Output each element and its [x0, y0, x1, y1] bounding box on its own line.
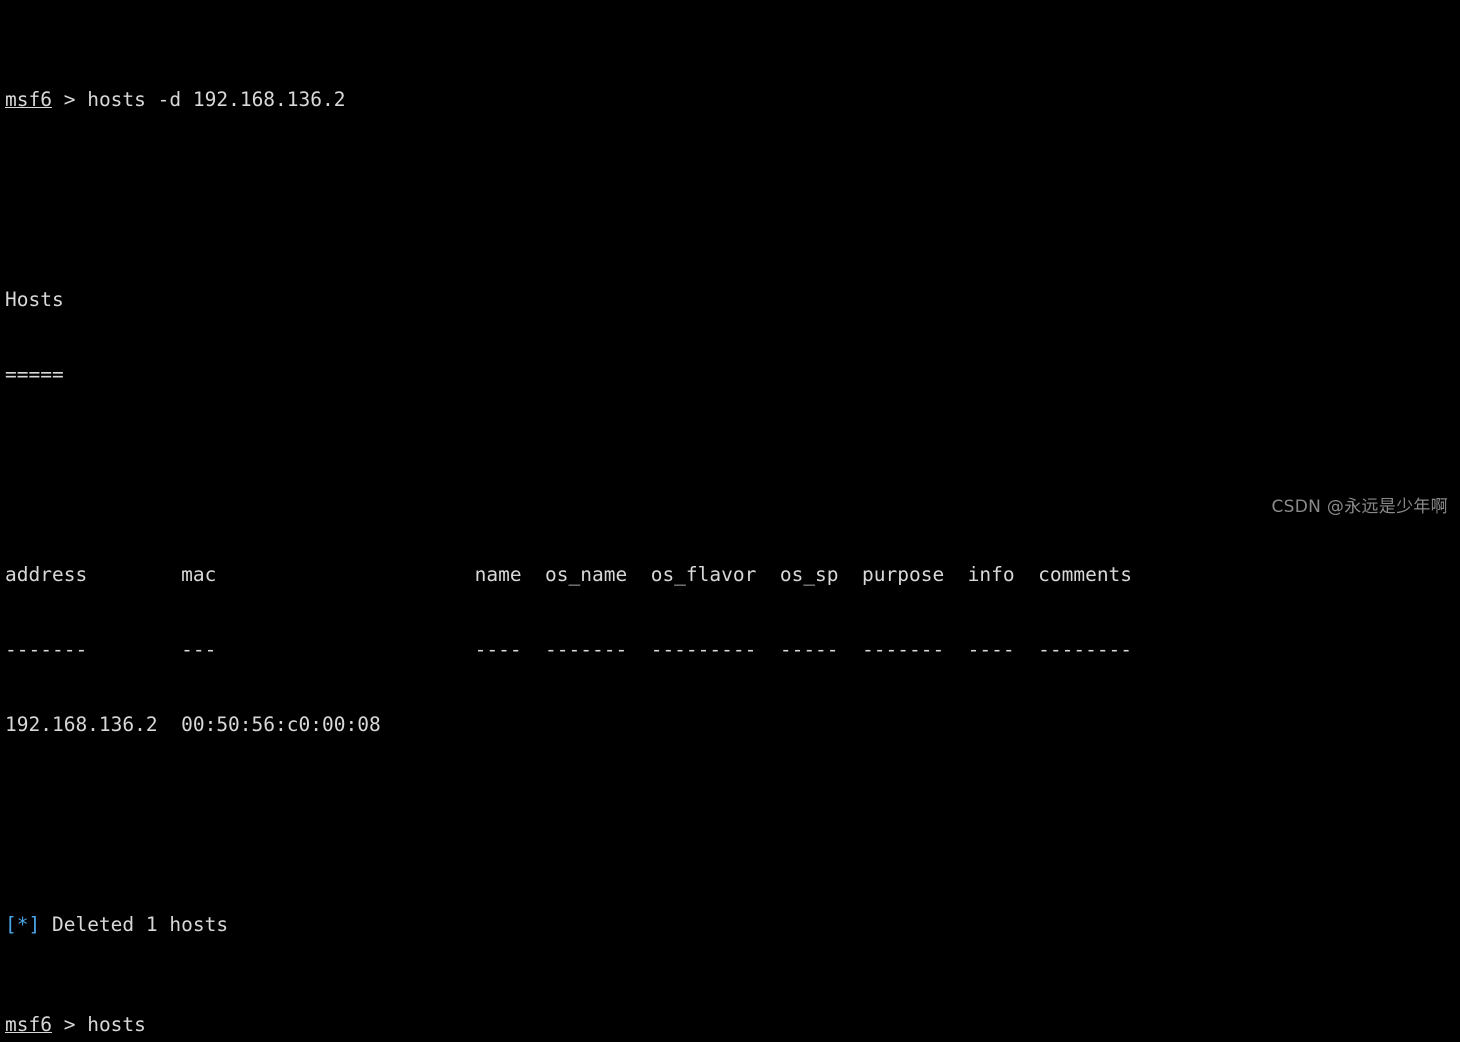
prompt-host-label: msf6 [5, 1013, 52, 1036]
status-line: [*] Deleted 1 hosts [5, 912, 1460, 937]
section-title-1: Hosts [5, 288, 64, 311]
prompt-separator: > [51, 88, 88, 111]
command-text-list-hosts: hosts [87, 1013, 146, 1036]
terminal-screen[interactable]: msf6 > hosts -d 192.168.136.2 Hosts ====… [0, 0, 1460, 1036]
table-row: 192.168.136.2 00:50:56:c0:00:08 [5, 713, 381, 736]
status-message-text: Deleted 1 hosts [40, 913, 229, 936]
prompt-line-1: msf6 > hosts -d 192.168.136.2 [5, 87, 1460, 112]
csdn-watermark: CSDN @永远是少年啊 [1271, 497, 1448, 517]
command-text-delete-host: hosts -d 192.168.136.2 [87, 88, 346, 111]
prompt-separator: > [51, 1013, 88, 1036]
table1-separator-row: ------- --- ---- ------- --------- -----… [5, 638, 1133, 661]
prompt-host-label: msf6 [5, 88, 52, 111]
section-underline-1: ===== [5, 363, 64, 386]
prompt-line-2: msf6 > hosts [5, 1012, 1460, 1037]
table1-header-row: address mac name os_name os_flavor os_sp… [5, 563, 1133, 586]
status-marker-icon: [*] [5, 913, 41, 936]
